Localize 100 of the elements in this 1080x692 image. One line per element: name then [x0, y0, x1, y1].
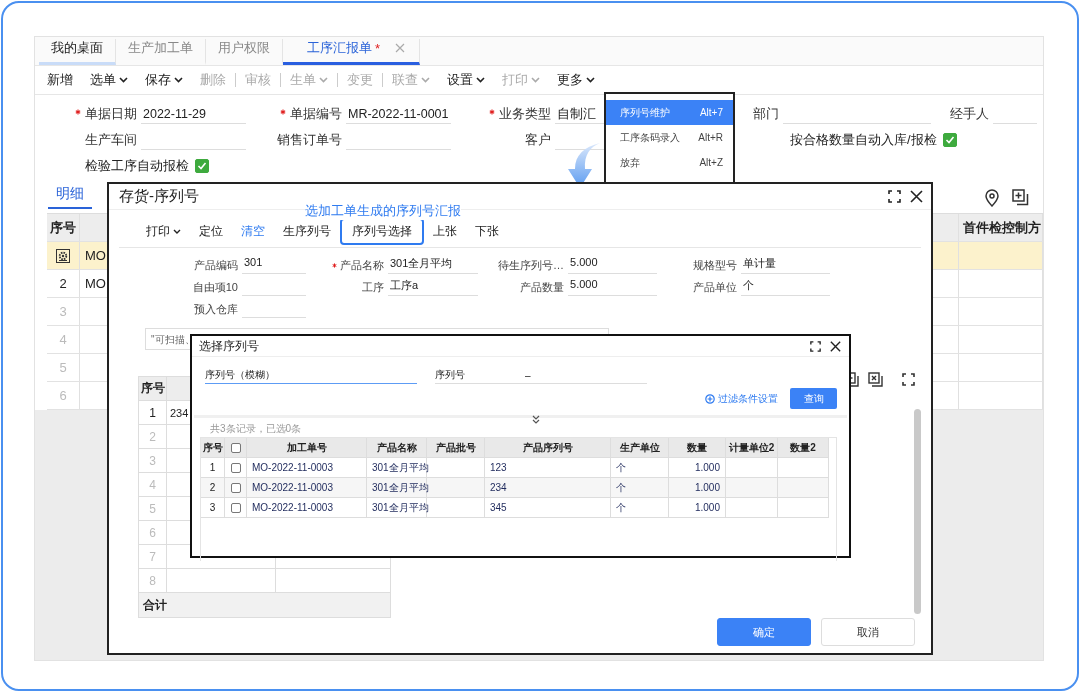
- location-pin-icon[interactable]: [984, 189, 1000, 207]
- input-field[interactable]: 单计量: [741, 256, 830, 275]
- column-header: 序号: [47, 214, 80, 241]
- input-field[interactable]: 序列号（模糊）: [205, 367, 417, 384]
- input-field[interactable]: 5.000: [568, 256, 657, 275]
- tab[interactable]: 我的桌面: [39, 39, 116, 65]
- field-label: 规格型号: [693, 257, 738, 273]
- table-cell: 301全月平均: [372, 480, 429, 495]
- menu-item[interactable]: 序列号维护 Alt+7: [606, 100, 733, 125]
- dialog-title: 选择序列号: [199, 337, 259, 355]
- input-field[interactable]: 个: [741, 278, 830, 297]
- field-label: 部门: [753, 105, 779, 123]
- row-number: 6: [149, 525, 156, 540]
- field-label: 产品编码: [194, 257, 238, 273]
- caret-icon: [531, 77, 540, 83]
- checkbox[interactable]: [942, 133, 957, 147]
- toolbar-button[interactable]: 设置: [439, 68, 493, 92]
- total-label: 合计: [143, 596, 167, 614]
- row-number: 8: [149, 573, 156, 588]
- table-row[interactable]: 3 MO-2022-11-0003 301全月平均 345 个 1.000: [201, 498, 829, 518]
- field-label: 待生序列号…: [498, 257, 565, 273]
- expand-icon[interactable]: [888, 190, 901, 204]
- menu-item-label: 序列号维护: [620, 105, 670, 120]
- input-field[interactable]: 5.000: [568, 278, 657, 297]
- input-field[interactable]: 2022-11-29: [141, 104, 246, 124]
- row-number: 2: [209, 482, 216, 493]
- column-header: 加工单号: [247, 438, 367, 457]
- toolbar-button[interactable]: 上张: [424, 219, 466, 245]
- toolbar-button[interactable]: 保存: [137, 68, 191, 92]
- menu-item-label: 放弃: [620, 155, 640, 170]
- filter-settings-link[interactable]: 过滤条件设置: [705, 391, 778, 406]
- field-label: 产品名称: [340, 257, 384, 273]
- table-cell: 个: [616, 460, 626, 475]
- close-icon[interactable]: [910, 190, 923, 204]
- field-label: 单据编号: [290, 105, 342, 123]
- toolbar-button[interactable]: 下张: [466, 219, 508, 245]
- field-label: 工序: [362, 279, 384, 295]
- scrollbar[interactable]: [914, 409, 921, 615]
- caret-icon: [586, 77, 595, 83]
- field-label: 自由项10: [192, 279, 238, 295]
- menu-item[interactable]: 放弃 Alt+Z: [606, 150, 733, 175]
- record-count: 共3条记录，已选0条: [210, 422, 302, 435]
- table-cell: 个: [616, 500, 626, 515]
- table-cell: 345: [490, 502, 507, 513]
- query-button[interactable]: 查询: [790, 388, 837, 409]
- row-number: 2: [59, 276, 67, 291]
- tab[interactable]: 明细: [48, 185, 92, 209]
- column-header: 计量单位2: [726, 438, 778, 457]
- table-cell: MO: [85, 248, 106, 263]
- row-number: 4: [59, 332, 67, 347]
- double-chevron-icon[interactable]: [531, 415, 541, 424]
- field-label: 产品单位: [693, 279, 738, 295]
- close-icon[interactable]: [830, 340, 841, 352]
- tab[interactable]: 生产加工单: [116, 39, 206, 65]
- gear-icon[interactable]: [56, 248, 70, 263]
- toolbar-button[interactable]: 选单: [82, 68, 136, 92]
- checkbox[interactable]: [195, 159, 209, 173]
- expand-icon[interactable]: [902, 373, 915, 387]
- column-header: 首件检控制方: [959, 214, 1043, 241]
- input-field[interactable]: 工序a: [388, 278, 478, 297]
- toolbar-button[interactable]: 定位: [190, 219, 232, 245]
- input-field[interactable]: 301: [242, 256, 306, 275]
- annotation-text: 选加工单生成的序列号汇报: [305, 202, 461, 220]
- row-number: 1: [209, 462, 216, 473]
- tab[interactable]: 用户权限: [206, 39, 283, 65]
- checkbox[interactable]: [230, 462, 241, 473]
- column-header: 产品名称: [367, 438, 427, 457]
- row-number: 3: [209, 502, 216, 513]
- input-field[interactable]: 序列号 –: [435, 367, 647, 384]
- toolbar-button[interactable]: 打印: [137, 219, 190, 245]
- row-number: 1: [149, 405, 156, 420]
- toolbar-button[interactable]: 清空: [232, 219, 274, 245]
- copy-add-icon[interactable]: [1012, 189, 1029, 206]
- expand-icon[interactable]: [810, 340, 821, 352]
- toolbar-button[interactable]: 新增: [39, 68, 81, 92]
- field-label: 序列号（模糊）: [205, 368, 275, 382]
- table-cell: MO-2022-11-0003: [252, 502, 333, 513]
- table-cell: 个: [616, 480, 626, 495]
- column-header: 序号: [201, 438, 225, 457]
- column-header: 产品批号: [427, 438, 485, 457]
- input-field[interactable]: 301全月平均: [388, 256, 478, 275]
- column-header: 数量2: [778, 438, 829, 457]
- delete-row-icon[interactable]: [868, 372, 883, 388]
- input-field[interactable]: MR-2022-11-0001: [346, 104, 451, 124]
- table-cell: 1.000: [694, 462, 720, 473]
- field-label: 序列号: [435, 368, 465, 382]
- toolbar-button[interactable]: 序列号选择: [340, 218, 424, 246]
- dialog-title: 存货-序列号: [119, 187, 199, 207]
- dialog-button[interactable]: 取消: [821, 618, 915, 647]
- checkbox[interactable]: [230, 442, 241, 453]
- dialog-button[interactable]: 确定: [717, 618, 811, 647]
- caret-icon: [119, 77, 128, 83]
- checkbox[interactable]: [230, 502, 241, 513]
- caret-icon: [174, 77, 183, 83]
- menu-item[interactable]: 工序条码录入 Alt+R: [606, 125, 733, 150]
- toolbar-button[interactable]: 生序列号: [274, 219, 340, 245]
- checkbox[interactable]: [230, 482, 241, 493]
- toolbar-button[interactable]: 更多: [549, 68, 603, 92]
- table-row[interactable]: 2 MO-2022-11-0003 301全月平均 234 个 1.000: [201, 478, 829, 498]
- tab[interactable]: 工序汇报单 *: [283, 39, 421, 65]
